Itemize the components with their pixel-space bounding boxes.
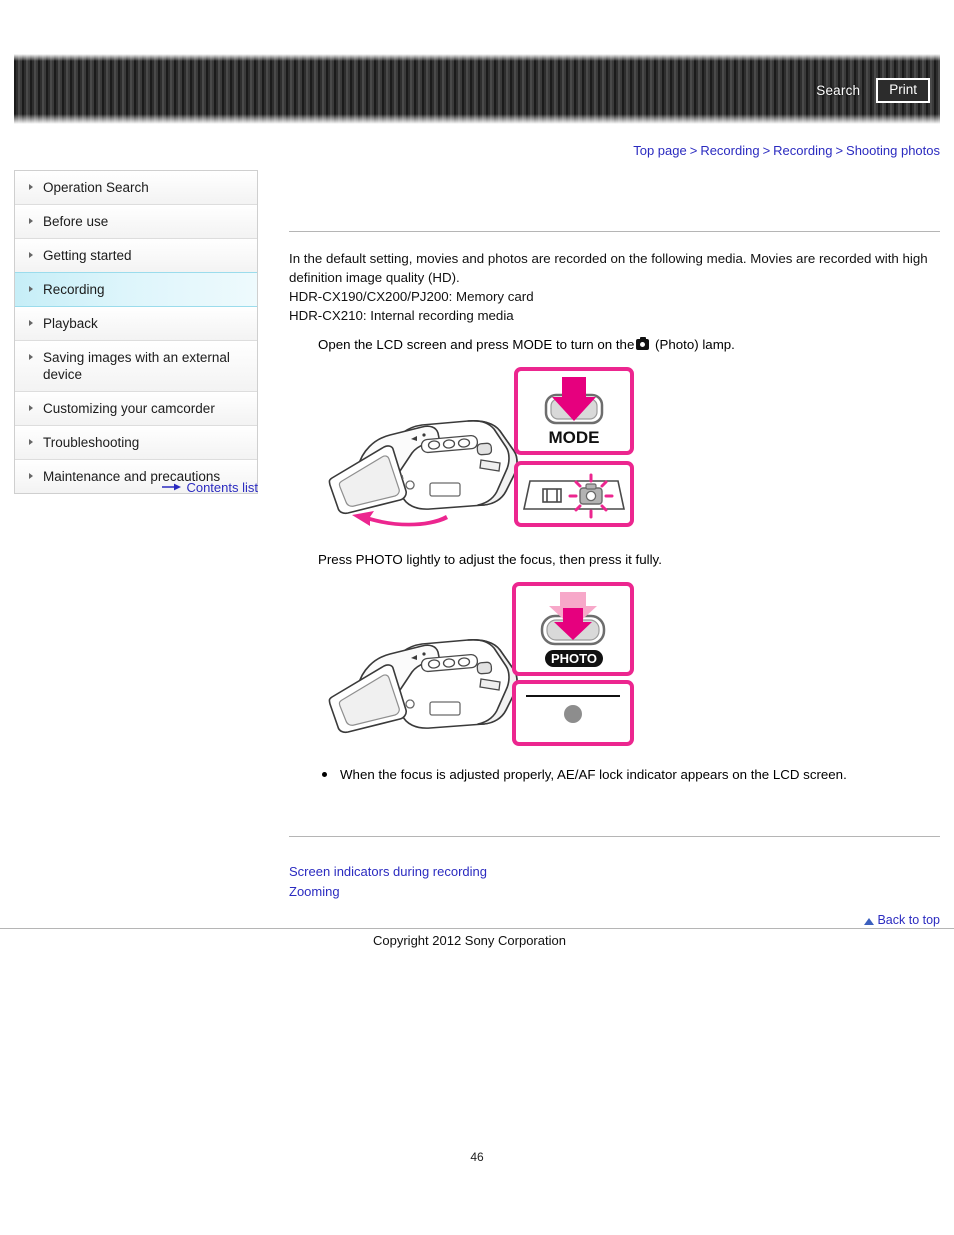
breadcrumb-item-shooting-photos[interactable]: Shooting photos [846,143,940,158]
related-links: Screen indicators during recording Zoomi… [289,862,487,902]
sidebar-item-label: Customizing your camcorder [43,401,215,416]
chevron-right-icon [29,218,33,224]
step-1-text-before: Open the LCD screen and press MODE to tu… [318,337,635,352]
sidebar-item-label: Getting started [43,248,132,263]
sidebar-item-getting-started[interactable]: Getting started [15,239,257,273]
intro-line-1: In the default setting, movies and photo… [289,251,928,285]
chevron-right-icon [29,405,33,411]
header-controls: Search Print [816,78,930,103]
note-text: When the focus is adjusted properly, AE/… [340,767,847,782]
triangle-up-icon [864,918,875,925]
contents-list-link[interactable]: Contents list [186,480,258,495]
breadcrumb-item-recording[interactable]: Recording [700,143,759,158]
sidebar-item-before-use[interactable]: Before use [15,205,257,239]
sidebar-nav: Operation Search Before use Getting star… [14,170,258,494]
breadcrumb-separator: > [762,143,771,158]
content-divider-bottom [289,836,940,837]
step-1-text: Open the LCD screen and press MODE to tu… [318,336,938,354]
arrow-right-icon [162,480,182,495]
photo-camera-icon [636,336,650,350]
intro-paragraph: In the default setting, movies and photo… [289,249,940,325]
sidebar-item-operation-search[interactable]: Operation Search [15,171,257,205]
bullet-dot-icon [322,771,327,777]
contents-list-row: Contents list [14,480,258,496]
chevron-right-icon [29,320,33,326]
illustration-photo-button: PHOTO [318,578,638,750]
breadcrumb-item-recording-2[interactable]: Recording [773,143,832,158]
breadcrumb-item-top-page[interactable]: Top page [633,143,687,158]
chevron-right-icon [29,473,33,479]
related-link-screen-indicators[interactable]: Screen indicators during recording [289,862,487,882]
sidebar-item-playback[interactable]: Playback [15,307,257,341]
print-button[interactable]: Print [876,78,930,103]
chevron-right-icon [29,439,33,445]
sidebar-item-customizing[interactable]: Customizing your camcorder [15,392,257,426]
sidebar-item-troubleshooting[interactable]: Troubleshooting [15,426,257,460]
sidebar-item-label: Operation Search [43,180,149,195]
step-2-text: Press PHOTO lightly to adjust the focus,… [318,552,662,567]
sidebar-item-recording[interactable]: Recording [15,272,257,307]
header-banner: Search Print [14,54,940,124]
sidebar-item-label: Before use [43,214,109,229]
photo-button-label: PHOTO [551,651,597,666]
illustration-mode-button: MODE [318,363,638,529]
chevron-right-icon [29,184,33,190]
chevron-right-icon [29,286,33,292]
sidebar-item-saving-images[interactable]: Saving images with an external device [15,341,257,392]
chevron-right-icon [29,354,33,360]
mode-button-label: MODE [549,428,600,447]
intro-line-2: HDR-CX190/CX200/PJ200: Memory card [289,289,534,304]
content-divider-top [289,231,940,232]
sidebar-item-label: Recording [43,282,105,297]
step-1-text-after: (Photo) lamp. [655,337,735,352]
sidebar-item-label: Saving images with an external device [43,350,230,382]
footer-divider [0,928,954,929]
sidebar-item-label: Troubleshooting [43,435,140,450]
intro-line-3: HDR-CX210: Internal recording media [289,308,514,323]
breadcrumb-separator: > [689,143,698,158]
search-link[interactable]: Search [816,83,860,98]
note-bullet: When the focus is adjusted properly, AE/… [322,766,942,784]
sidebar-item-label: Playback [43,316,98,331]
chevron-right-icon [29,252,33,258]
breadcrumb-separator: > [835,143,844,158]
related-link-zooming[interactable]: Zooming [289,882,487,902]
copyright-text: Copyright 2012 Sony Corporation [373,933,566,948]
back-to-top-link[interactable]: Back to top [864,913,940,927]
breadcrumb: Top page > Recording > Recording > Shooting ph… [633,143,940,158]
back-to-top-label: Back to top [877,913,940,927]
page-number: 46 [470,1150,484,1164]
